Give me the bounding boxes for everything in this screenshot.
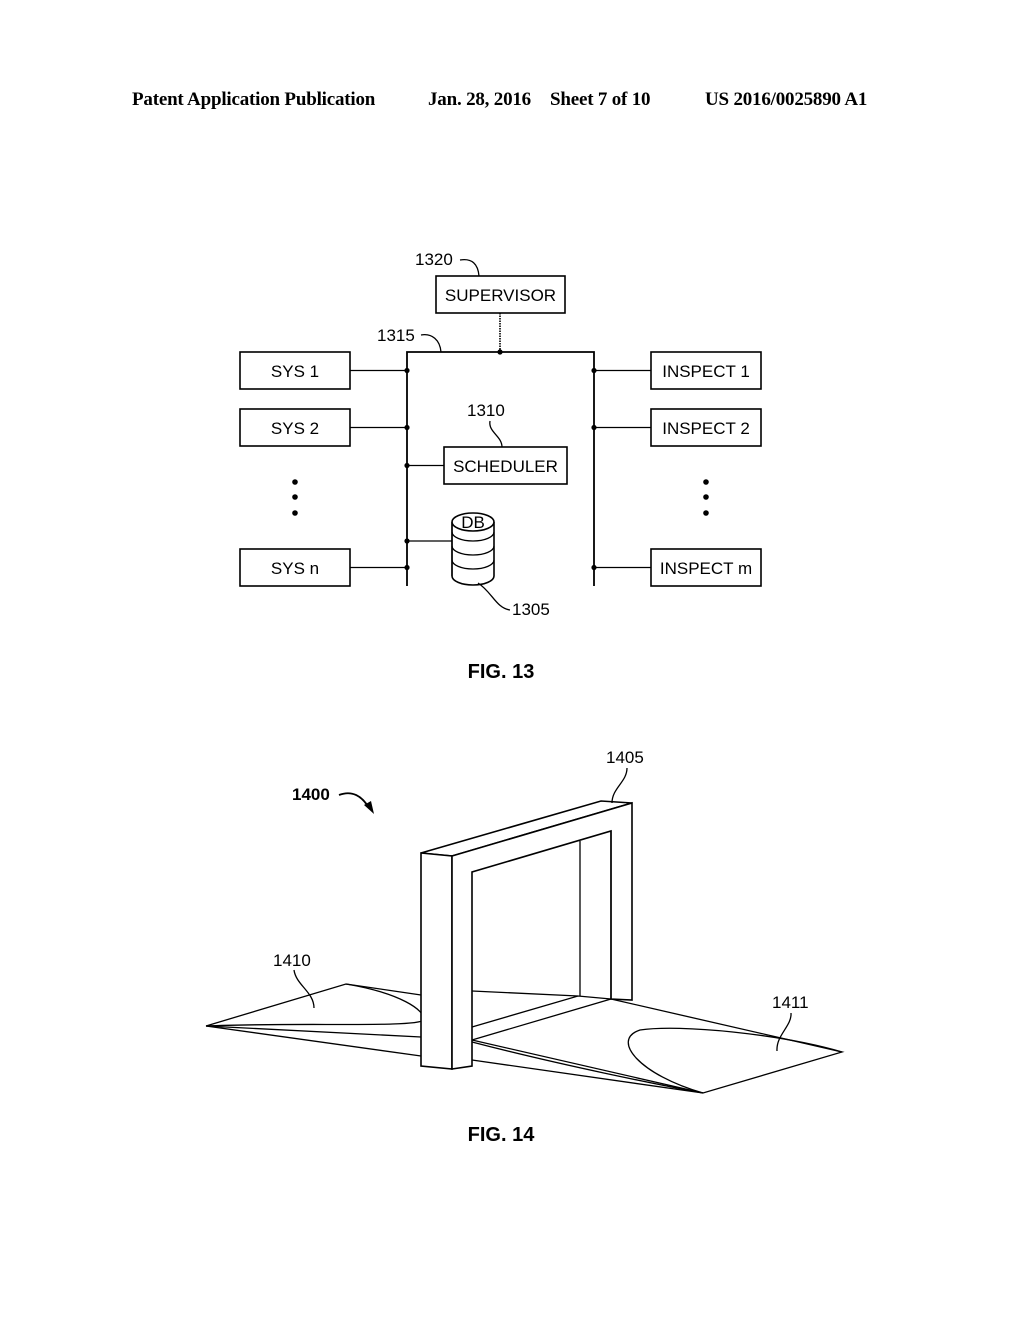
system-1: SYS 1 <box>239 351 410 390</box>
system-label: SYS 1 <box>271 362 319 381</box>
ellipsis-dots-right <box>703 479 709 516</box>
ref-1411: 1411 <box>772 993 809 1012</box>
system-label: SYS n <box>271 559 319 578</box>
system-2: SYS 2 <box>239 408 410 447</box>
ref-1310: 1310 <box>467 401 505 420</box>
ellipsis-dots-left <box>292 479 298 516</box>
leader-1410 <box>293 969 315 1009</box>
figure-13: SUPERVISOR 1320 1315 SYS 1 SYS 2 SYS n I… <box>239 250 762 683</box>
inspector-1: INSPECT 1 <box>591 351 762 390</box>
leader-1405 <box>611 767 628 804</box>
inspector-label: INSPECT 1 <box>662 362 750 381</box>
scheduler-label: SCHEDULER <box>453 457 558 476</box>
inspector-m: INSPECT m <box>591 548 762 587</box>
system-n: SYS n <box>239 548 410 587</box>
leader-1310 <box>489 420 503 448</box>
inspector-2: INSPECT 2 <box>591 408 762 447</box>
system-label: SYS 2 <box>271 419 319 438</box>
ref-1305: 1305 <box>512 600 550 619</box>
database-cylinder: DB <box>404 512 495 586</box>
inspector-label: INSPECT 2 <box>662 419 750 438</box>
leader-1305 <box>477 582 511 611</box>
leader-1320 <box>459 258 480 277</box>
right-detection-zone <box>471 998 845 1094</box>
figure-13-caption: FIG. 13 <box>468 661 535 683</box>
inspector-label: INSPECT m <box>660 559 752 578</box>
figure-14: 1400 1410 1411 1405 FIG. 14 <box>205 748 845 1146</box>
leader-1315 <box>420 334 442 353</box>
patent-drawing-sheet: SUPERVISOR 1320 1315 SYS 1 SYS 2 SYS n I… <box>205 250 845 1146</box>
scheduler-block: SCHEDULER <box>404 446 568 485</box>
ref-1315: 1315 <box>377 326 415 345</box>
database-label: DB <box>461 513 485 532</box>
figure-14-caption: FIG. 14 <box>468 1124 536 1146</box>
leader-1411 <box>776 1012 792 1052</box>
gate-frame <box>420 800 633 1070</box>
ref-1400: 1400 <box>292 785 330 804</box>
ref-1405: 1405 <box>606 748 644 767</box>
left-detection-zone <box>205 983 425 1057</box>
supervisor-block: SUPERVISOR <box>435 275 566 314</box>
ref-1320: 1320 <box>415 250 453 269</box>
arrow-1400 <box>338 792 370 809</box>
ref-1410: 1410 <box>273 951 311 970</box>
supervisor-label: SUPERVISOR <box>445 286 556 305</box>
